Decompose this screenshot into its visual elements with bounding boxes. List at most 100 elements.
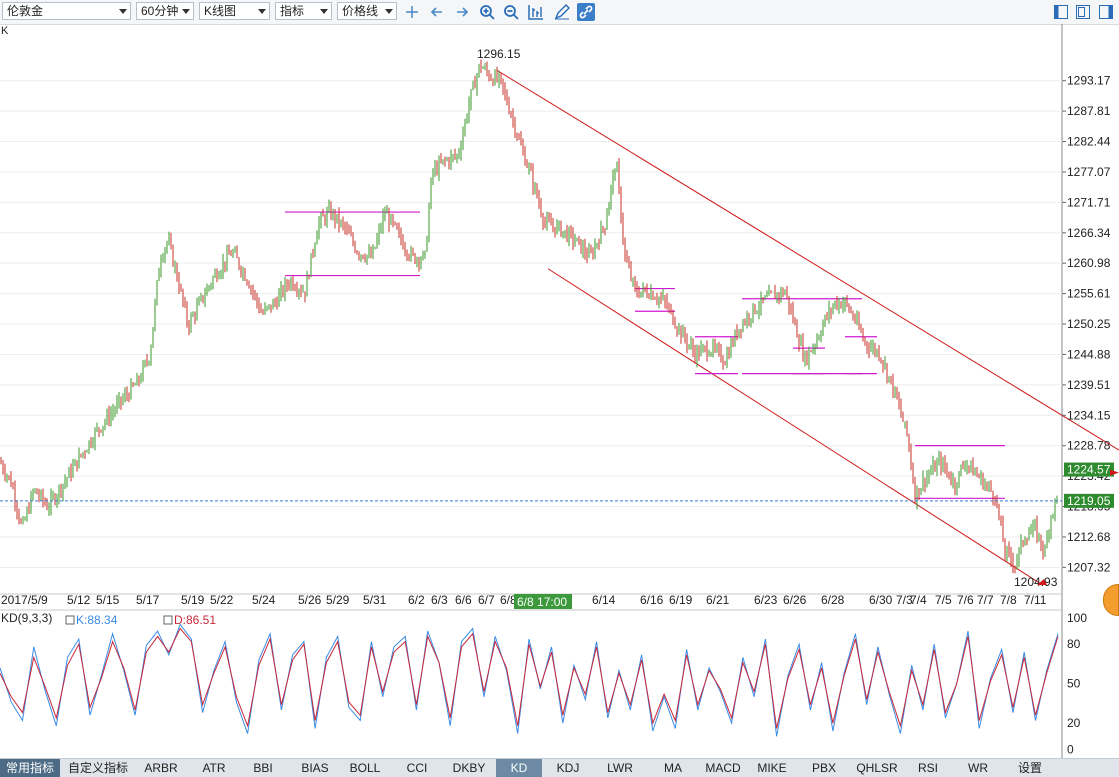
zoom-in-icon[interactable] — [478, 3, 496, 21]
y-tick-label: 1244.88 — [1067, 347, 1111, 361]
channel-line — [496, 69, 1119, 451]
tab-ma[interactable]: MA — [650, 759, 696, 777]
x-tick-label: 6/19 — [669, 593, 693, 607]
price-line-select-label: 价格线 — [342, 4, 379, 18]
last-price-tag: 1219.05 — [1067, 494, 1111, 508]
tab-rsi[interactable]: RSI — [905, 759, 951, 777]
crosshair-time-tag: 6/8 17:00 — [517, 595, 567, 609]
x-tick-label: 5/29 — [326, 593, 350, 607]
y-tick-label: 1255.61 — [1067, 287, 1111, 301]
y-tick-label: 1282.44 — [1067, 135, 1111, 149]
k-line — [0, 623, 1059, 737]
tab-自定义指标[interactable]: 自定义指标 — [63, 759, 133, 777]
kd-y-tick-label: 100 — [1067, 611, 1087, 625]
x-tick-label: 5/17 — [136, 593, 160, 607]
y-tick-label: 1277.07 — [1067, 165, 1111, 179]
tab-boll[interactable]: BOLL — [340, 759, 390, 777]
bar-chart-icon[interactable] — [527, 3, 545, 21]
x-tick-label: 6/26 — [783, 593, 807, 607]
toolbar: 伦敦金 60分钟 K线图 指标 价格线 — [0, 0, 1119, 25]
y-tick-label: 1250.25 — [1067, 317, 1111, 331]
y-tick-label: 1228.78 — [1067, 439, 1111, 453]
x-tick-label: 6/3 — [431, 593, 448, 607]
symbol-select[interactable]: 伦敦金 — [2, 2, 131, 20]
period-select-label: 60分钟 — [141, 4, 179, 18]
x-tick-label: 6/6 — [455, 593, 472, 607]
kd-y-tick-label: 0 — [1067, 742, 1074, 756]
tab-wr[interactable]: WR — [955, 759, 1001, 777]
kd-y-tick-label: 50 — [1067, 677, 1081, 691]
tab-pbx[interactable]: PBX — [800, 759, 848, 777]
x-tick-label: 6/14 — [592, 593, 616, 607]
x-tick-label: 5/26 — [298, 593, 322, 607]
d-line — [0, 627, 1059, 729]
link-icon[interactable] — [577, 3, 595, 21]
x-tick-label: 6/30 — [869, 593, 893, 607]
x-tick-label: 6/16 — [640, 593, 664, 607]
tab-常用指标[interactable]: 常用指标 — [0, 759, 60, 777]
x-tick-label: 2017/5/9 — [1, 593, 48, 607]
x-tick-label: 5/15 — [96, 593, 120, 607]
x-tick-label: 7/4 — [910, 593, 927, 607]
indicator-select[interactable]: 指标 — [275, 2, 332, 20]
pen-draw-icon[interactable] — [553, 3, 571, 21]
x-tick-label: 5/31 — [363, 593, 387, 607]
x-tick-label: 7/5 — [935, 593, 952, 607]
x-tick-label: 6/28 — [821, 593, 845, 607]
tab-macd[interactable]: MACD — [700, 759, 746, 777]
x-tick-label: 7/8 — [1000, 593, 1017, 607]
crosshair-icon[interactable] — [403, 3, 421, 21]
tab-设置[interactable]: 设置 — [1005, 759, 1055, 777]
k-legend: K:88.34 — [76, 613, 118, 627]
tab-dkby[interactable]: DKBY — [444, 759, 494, 777]
channel-marker-icon — [1110, 469, 1119, 476]
chevron-down-icon — [258, 9, 266, 14]
kd-y-tick-label: 80 — [1067, 637, 1081, 651]
channel-line — [547, 268, 1041, 584]
price-line-select[interactable]: 价格线 — [337, 2, 397, 20]
indicator-select-label: 指标 — [280, 4, 305, 18]
tab-arbr[interactable]: ARBR — [135, 759, 187, 777]
layout-right-icon[interactable] — [1097, 3, 1115, 21]
indicator-tabs: 常用指标 自定义指标 ARBR ATR BBI BIAS BOLL CCI DKBY KD KDJ L… — [0, 758, 1119, 777]
tab-cci[interactable]: CCI — [392, 759, 442, 777]
max-price-label: 1296.15 — [477, 47, 521, 61]
y-tick-label: 1271.71 — [1067, 195, 1111, 209]
x-tick-label: 5/19 — [181, 593, 205, 607]
chevron-down-icon — [320, 9, 328, 14]
x-tick-label: 6/23 — [754, 593, 778, 607]
y-tick-label: 1234.15 — [1067, 408, 1111, 422]
x-tick-label: 6/2 — [408, 593, 425, 607]
kd-title: KD(9,3,3) — [1, 611, 52, 625]
tab-kd[interactable]: KD — [496, 759, 542, 777]
tab-bias[interactable]: BIAS — [290, 759, 340, 777]
y-tick-label: 1293.17 — [1067, 74, 1111, 88]
arrow-left-icon[interactable] — [428, 3, 446, 21]
x-tick-label: 7/6 — [957, 593, 974, 607]
y-tick-label: 1260.98 — [1067, 256, 1111, 270]
y-tick-label: 1239.51 — [1067, 378, 1111, 392]
arrow-right-icon[interactable] — [453, 3, 471, 21]
period-select[interactable]: 60分钟 — [136, 2, 194, 20]
y-tick-label: 1207.32 — [1067, 560, 1111, 574]
chart-kind-select[interactable]: K线图 — [199, 2, 270, 20]
price-chart[interactable]: 1293.17 1287.81 1282.44 1277.07 1271.71 1266.… — [0, 24, 1119, 758]
zoom-out-icon[interactable] — [502, 3, 520, 21]
x-tick-label: 5/24 — [252, 593, 276, 607]
tab-mike[interactable]: MIKE — [748, 759, 796, 777]
tab-atr[interactable]: ATR — [190, 759, 238, 777]
layout-left-icon[interactable] — [1052, 3, 1070, 21]
x-tick-label: 6/21 — [706, 593, 730, 607]
y-tick-label: 1266.34 — [1067, 226, 1111, 240]
symbol-select-label: 伦敦金 — [7, 4, 44, 18]
x-tick-label: 7/11 — [1024, 593, 1047, 607]
tab-lwr[interactable]: LWR — [595, 759, 645, 777]
chevron-down-icon — [119, 9, 127, 14]
tab-kdj[interactable]: KDJ — [545, 759, 591, 777]
min-price-label: 1204.93 — [1014, 575, 1058, 589]
layout-window-icon[interactable] — [1074, 3, 1092, 21]
chevron-down-icon — [385, 9, 393, 14]
tab-qhlsr[interactable]: QHLSR — [852, 759, 902, 777]
y-tick-label: 1287.81 — [1067, 104, 1111, 118]
tab-bbi[interactable]: BBI — [240, 759, 286, 777]
